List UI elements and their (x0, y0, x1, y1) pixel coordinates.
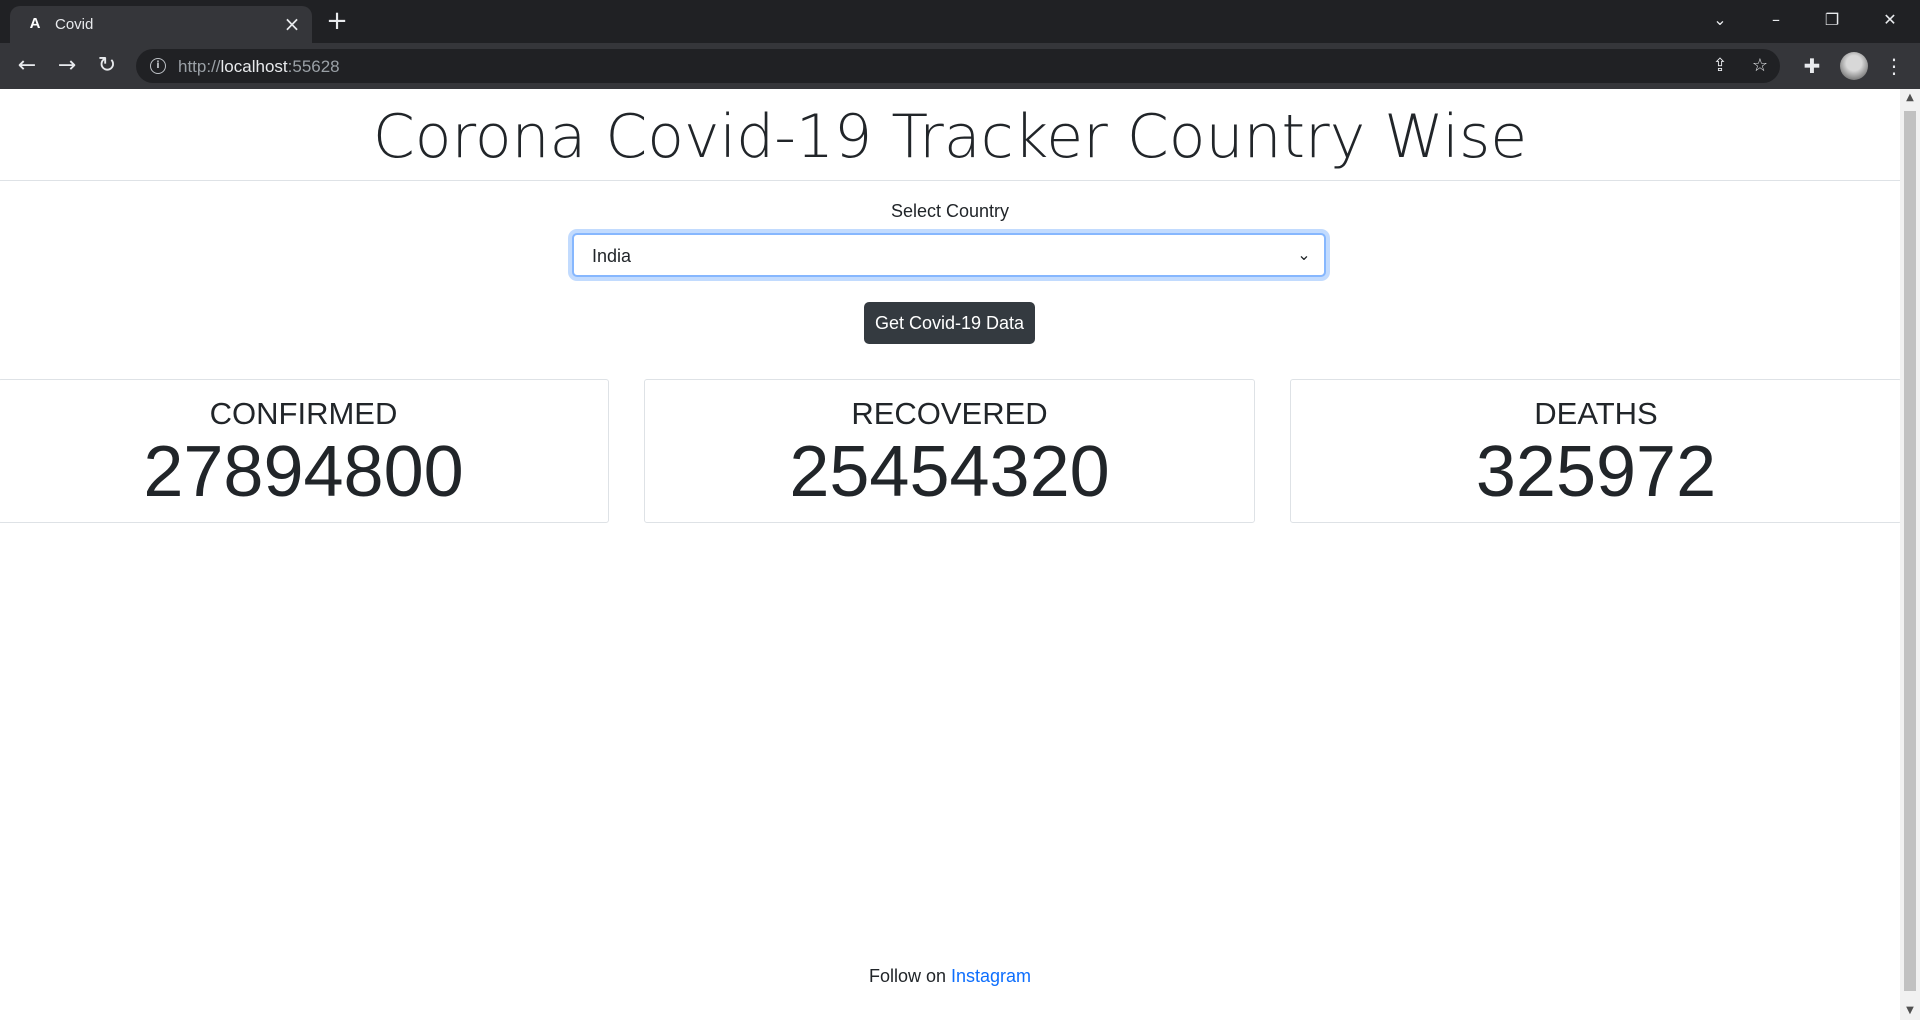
browser-tab-bar: A Covid × + ⌄ – ❐ ✕ (0, 0, 1920, 43)
get-covid-data-button[interactable]: Get Covid-19 Data (864, 302, 1035, 344)
divider (0, 180, 1900, 181)
reload-icon[interactable]: ↻ (91, 50, 123, 82)
page-content: Corona Covid-19 Tracker Country Wise Sel… (0, 89, 1902, 1020)
scroll-up-arrow-icon[interactable]: ▲ (1900, 89, 1920, 107)
country-select[interactable]: India ⌄ (572, 233, 1326, 277)
scroll-thumb[interactable] (1904, 111, 1916, 991)
browser-tab[interactable]: A Covid × (10, 6, 312, 43)
browser-toolbar: ← → ↻ i http://localhost:55628 ⇪ ☆ ✚ ⋮ (0, 43, 1920, 89)
scroll-down-arrow-icon[interactable]: ▼ (1900, 1002, 1920, 1020)
tab-search-chevron-icon[interactable]: ⌄ (1700, 6, 1740, 34)
recovered-value: 25454320 (789, 432, 1110, 512)
window-close-icon[interactable]: ✕ (1870, 6, 1910, 34)
confirmed-card: CONFIRMED 27894800 (0, 379, 609, 523)
instagram-link[interactable]: Instagram (951, 966, 1031, 986)
minimize-icon[interactable]: – (1756, 6, 1796, 34)
info-icon[interactable]: i (150, 58, 166, 74)
new-tab-icon[interactable]: + (322, 7, 352, 37)
chevron-down-icon: ⌄ (1297, 245, 1311, 264)
deaths-value: 325972 (1475, 432, 1717, 512)
recovered-label: RECOVERED (851, 396, 1048, 431)
select-country-label: Select Country (890, 201, 1010, 221)
back-icon[interactable]: ← (11, 50, 43, 82)
puzzle-icon[interactable]: ✚ (1798, 52, 1826, 80)
page-title: Corona Covid-19 Tracker Country Wise (372, 102, 1528, 172)
recovered-card: RECOVERED 25454320 (644, 379, 1255, 523)
restore-icon[interactable]: ❐ (1812, 6, 1852, 34)
tab-title: Covid (55, 16, 94, 33)
deaths-label: DEATHS (1534, 396, 1658, 431)
footer: Follow on Instagram (0, 966, 1900, 987)
url-text[interactable]: http://localhost:55628 (178, 57, 340, 77)
profile-avatar[interactable] (1840, 52, 1868, 80)
star-icon[interactable]: ☆ (1747, 53, 1773, 79)
share-icon[interactable]: ⇪ (1707, 53, 1733, 79)
footer-text: Follow on (868, 966, 951, 986)
confirmed-label: CONFIRMED (209, 396, 398, 431)
confirmed-value: 27894800 (143, 432, 464, 512)
address-bar[interactable]: i http://localhost:55628 ⇪ ☆ (136, 49, 1780, 83)
kebab-menu-icon[interactable]: ⋮ (1880, 52, 1908, 80)
angular-favicon-icon: A (29, 15, 41, 32)
forward-icon[interactable]: → (51, 50, 83, 82)
close-tab-icon[interactable]: × (280, 12, 304, 36)
country-select-value: India (592, 246, 632, 266)
vertical-scrollbar[interactable]: ▲ ▼ (1900, 89, 1920, 1020)
deaths-card: DEATHS 325972 (1290, 379, 1902, 523)
